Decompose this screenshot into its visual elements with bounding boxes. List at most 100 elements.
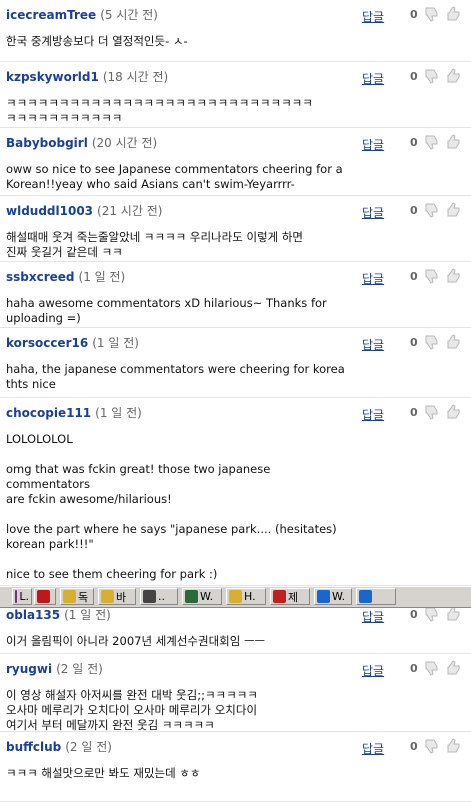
- comment-username[interactable]: chocopie111: [6, 406, 91, 420]
- taskbar-label: ..: [158, 590, 165, 603]
- comment-text: 이 영상 해설자 아저씨를 완전 대박 웃김;;ㅋㅋㅋㅋㅋ 오사마 메루리가 오…: [6, 688, 258, 732]
- taskbar-label: H.: [244, 590, 256, 603]
- taskbar-button[interactable]: 독: [60, 588, 94, 605]
- comment-item: kzpskyworld1 (18 시간 전) ㅋㅋㅋㅋㅋㅋㅋㅋㅋㅋㅋㅋㅋㅋㅋㅋㅋㅋㅋ…: [0, 62, 471, 128]
- vote-count: 0: [410, 336, 418, 349]
- vote-count: 0: [410, 8, 418, 21]
- comment-item: icecreamTree (5 시간 전) 한국 중계방송보다 더 열정적인듯- ㅅ…: [0, 0, 471, 62]
- reply-link[interactable]: 답글: [362, 406, 384, 423]
- comment-item: obla135 (1 일 전) 이거 올림픽이 아니라 2007년 세계선수권대회임…: [0, 600, 471, 654]
- reply-link[interactable]: 답글: [362, 662, 384, 679]
- vote-count: 0: [410, 406, 418, 419]
- comment-username[interactable]: kzpskyworld1: [6, 70, 99, 84]
- comment-text: haha awesome commentators xD hilarious~ …: [6, 296, 327, 325]
- thumbs-down-icon[interactable]: [423, 333, 441, 351]
- comment-timestamp: (1 일 전): [78, 270, 126, 284]
- vote-count: 0: [410, 740, 418, 753]
- vote-count: 0: [410, 662, 418, 675]
- taskbar-button[interactable]: W.: [314, 588, 352, 605]
- thumbs-down-icon[interactable]: [423, 133, 441, 151]
- comment-text: LOLOLOLOL omg that was fckin great! thos…: [6, 432, 337, 581]
- thumbs-down-icon[interactable]: [423, 403, 441, 421]
- thumbs-up-icon[interactable]: [445, 5, 463, 23]
- comment-header: kzpskyworld1 (18 시간 전): [6, 68, 168, 85]
- comment-username[interactable]: ryugwi: [6, 662, 52, 676]
- reply-link[interactable]: 답글: [362, 608, 384, 625]
- folder-icon: [63, 590, 76, 603]
- comment-timestamp: (1 일 전): [64, 608, 111, 622]
- comment-header: korsoccer16 (1 일 전): [6, 334, 139, 351]
- vote-count: 0: [410, 70, 418, 83]
- taskbar-button[interactable]: [356, 588, 396, 605]
- taskbar: L. 독 바.. W. H. 제 W.: [0, 586, 471, 608]
- thumbs-down-icon[interactable]: [423, 267, 441, 285]
- comment-item: ssbxcreed (1 일 전) haha awesome commentator…: [0, 262, 471, 328]
- comment-username[interactable]: icecreamTree: [6, 8, 96, 22]
- reply-link[interactable]: 답글: [362, 8, 384, 25]
- thumbs-up-icon[interactable]: [445, 659, 463, 677]
- thumbs-down-icon[interactable]: [423, 67, 441, 85]
- comment-username[interactable]: obla135: [6, 608, 60, 622]
- comment-text: 이거 올림픽이 아니라 2007년 세계선수권대회임 ㅡㅡ: [6, 634, 266, 648]
- comment-timestamp: (2 일 전): [65, 740, 112, 754]
- thumbs-up-icon[interactable]: [445, 333, 463, 351]
- comment-username[interactable]: ssbxcreed: [6, 270, 75, 284]
- comment-header: ryugwi (2 일 전): [6, 660, 103, 677]
- taskbar-button[interactable]: ..: [140, 588, 178, 605]
- comment-username[interactable]: buffclub: [6, 740, 61, 754]
- comment-header: chocopie111 (1 일 전): [6, 404, 142, 421]
- comment-text: haha, the japanese commentators were che…: [6, 362, 345, 391]
- taskbar-label: 제: [288, 590, 299, 604]
- reply-link[interactable]: 답글: [362, 336, 384, 353]
- taskbar-label: W.: [200, 590, 214, 603]
- vote-count: 0: [410, 136, 418, 149]
- thumbs-up-icon[interactable]: [445, 67, 463, 85]
- comment-item: Babybobgirl (20 시간 전) oww so nice to see J…: [0, 128, 471, 196]
- thumbs-up-icon[interactable]: [445, 267, 463, 285]
- taskbar-label: 독: [78, 590, 89, 604]
- taskbar-button[interactable]: [34, 588, 56, 605]
- folder-icon: [229, 590, 242, 603]
- reply-link[interactable]: 답글: [362, 270, 384, 287]
- comment-username[interactable]: Babybobgirl: [6, 136, 88, 150]
- thumbs-up-icon[interactable]: [445, 737, 463, 755]
- vote-count: 0: [410, 608, 418, 621]
- comment-text: 한국 중계방송보다 더 열정적인듯- ㅅ-: [6, 34, 188, 48]
- disc-icon: [143, 590, 156, 603]
- comment-item: ryugwi (2 일 전) 이 영상 해설자 아저씨를 완전 대박 웃김;;ㅋㅋㅋ…: [0, 654, 471, 732]
- thumbs-down-icon[interactable]: [423, 659, 441, 677]
- taskbar-button[interactable]: W.: [182, 588, 222, 605]
- taskbar-button[interactable]: L.: [12, 588, 32, 605]
- comment-timestamp: (2 일 전): [56, 662, 103, 676]
- ie-icon: [359, 590, 372, 603]
- thumbs-down-icon[interactable]: [423, 5, 441, 23]
- reply-link[interactable]: 답글: [362, 70, 384, 87]
- reply-link[interactable]: 답글: [362, 136, 384, 153]
- taskbar-button[interactable]: 바: [98, 588, 136, 605]
- thumbs-down-icon[interactable]: [423, 737, 441, 755]
- thumbs-up-icon[interactable]: [445, 403, 463, 421]
- comment-header: buffclub (2 일 전): [6, 738, 112, 755]
- comment-username[interactable]: korsoccer16: [6, 336, 88, 350]
- taskbar-label: L.: [19, 590, 29, 603]
- thumbs-down-icon[interactable]: [423, 201, 441, 219]
- comment-header: obla135 (1 일 전): [6, 606, 111, 623]
- taskbar-button[interactable]: H.: [226, 588, 266, 605]
- app-icon: [273, 590, 286, 603]
- comment-username[interactable]: wlduddl1003: [6, 204, 93, 218]
- thumbs-up-icon[interactable]: [445, 201, 463, 219]
- reply-link[interactable]: 답글: [362, 204, 384, 221]
- taskbar-label: 바: [116, 590, 127, 604]
- comment-timestamp: (21 시간 전): [97, 204, 163, 218]
- ie-icon: [317, 590, 330, 603]
- comment-item: korsoccer16 (1 일 전) haha, the japanese com…: [0, 328, 471, 398]
- comment-item: chocopie111 (1 일 전) LOLOLOLOL omg that was…: [0, 398, 471, 586]
- taskbar-button[interactable]: 제: [270, 588, 310, 605]
- comment-timestamp: (20 시간 전): [91, 136, 158, 150]
- reply-link[interactable]: 답글: [362, 740, 384, 757]
- comment-item: buffclub (2 일 전) ㅋㅋㅋ 해설맛으로만 봐도 재밌는데 ㅎㅎ 답글 0: [0, 732, 471, 802]
- comment-timestamp: (5 시간 전): [100, 8, 158, 22]
- thumbs-up-icon[interactable]: [445, 133, 463, 151]
- folder-icon: [101, 590, 114, 603]
- comment-timestamp: (1 일 전): [95, 406, 142, 420]
